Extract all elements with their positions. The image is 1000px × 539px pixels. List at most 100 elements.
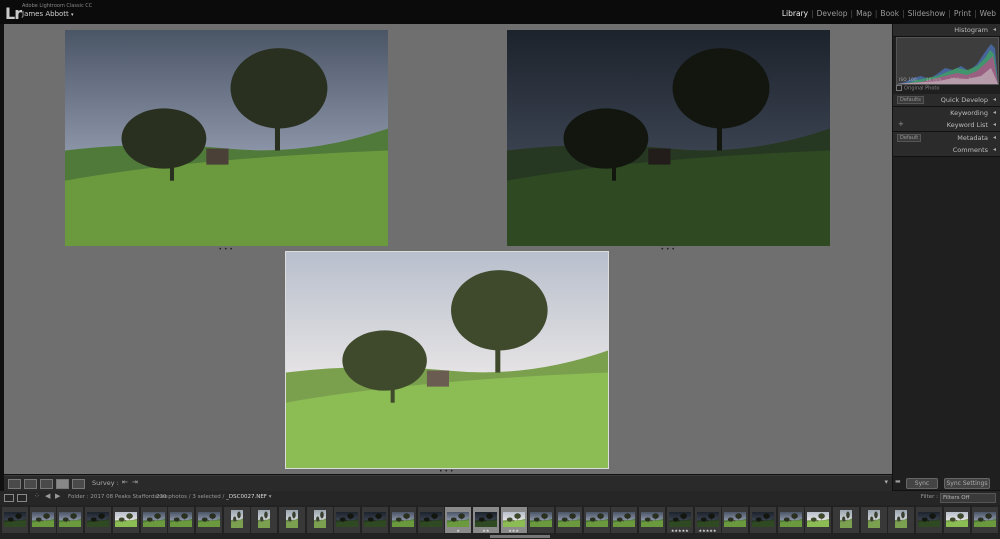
sync-toggle-icon[interactable]: ▬ xyxy=(895,478,901,485)
filmstrip-thumbnail[interactable] xyxy=(639,507,666,533)
landscape-image xyxy=(258,510,271,528)
survey-photo-image[interactable] xyxy=(65,30,388,246)
landscape-image xyxy=(170,511,193,527)
grid-icon[interactable]: ⁘ xyxy=(34,492,40,500)
module-map[interactable]: Map xyxy=(856,9,872,18)
landscape-image xyxy=(779,511,802,527)
collapse-triangle-icon: ◂ xyxy=(992,108,996,116)
filmstrip-thumbnail[interactable] xyxy=(943,507,970,533)
filmstrip-thumbnail[interactable] xyxy=(888,507,915,533)
filmstrip-thumbnail[interactable] xyxy=(611,507,638,533)
forward-arrow-icon[interactable]: ▶ xyxy=(55,492,60,500)
filmstrip-thumbnail[interactable] xyxy=(389,507,416,533)
survey-photo-3[interactable]: • • • xyxy=(285,251,609,475)
compare-view-icon[interactable] xyxy=(40,479,53,489)
collapse-triangle-icon: ◂ xyxy=(992,26,996,33)
panel-quick-develop[interactable]: Defaults Quick Develop ◂ xyxy=(893,94,1000,107)
filmstrip-thumbnail[interactable] xyxy=(777,507,804,533)
filmstrip-thumbnail[interactable]: ★★★★★ xyxy=(694,507,721,533)
filmstrip-thumbnail[interactable]: ★ xyxy=(445,507,472,533)
identity-plate[interactable]: James Abbott ▾ xyxy=(22,10,74,18)
filmstrip-thumbnail[interactable] xyxy=(29,507,56,533)
filmstrip-thumbnail[interactable] xyxy=(971,507,998,533)
toolbar-menu-icon[interactable]: ▾ xyxy=(884,478,888,486)
panel-keywording[interactable]: Keywording ◂ xyxy=(893,106,1000,120)
exif-value: f/16 xyxy=(950,77,960,82)
landscape-image xyxy=(87,511,110,527)
histogram-panel-header[interactable]: Histogram ◂ xyxy=(893,24,1000,37)
photo-count: 230 photos / 3 selected / _DSC0027.NEF ▾ xyxy=(156,494,271,500)
grid-view-icon[interactable] xyxy=(8,479,21,489)
filmstrip-scrollbar[interactable] xyxy=(490,535,550,538)
module-develop[interactable]: Develop xyxy=(817,9,848,18)
panel-comments[interactable]: Comments ◂ xyxy=(893,144,1000,157)
filmstrip-thumbnail[interactable] xyxy=(749,507,776,533)
loupe-view-icon[interactable] xyxy=(24,479,37,489)
filmstrip-thumbnail[interactable]: ★★ xyxy=(472,507,499,533)
survey-photo-1[interactable]: • • • xyxy=(65,30,388,253)
primary-display-icon[interactable] xyxy=(4,494,14,502)
filmstrip-thumbnail[interactable] xyxy=(306,507,333,533)
landscape-image xyxy=(724,511,747,527)
collapse-triangle-icon: ◂ xyxy=(992,121,996,128)
people-view-icon[interactable] xyxy=(72,479,85,489)
survey-view-icon[interactable] xyxy=(56,479,69,489)
rating-dots[interactable]: • • • xyxy=(439,468,453,475)
filmstrip-thumbnail[interactable] xyxy=(916,507,943,533)
filmstrip-thumbnail[interactable] xyxy=(805,507,832,533)
filmstrip-thumbnail[interactable] xyxy=(223,507,250,533)
chevron-down-icon[interactable]: ▾ xyxy=(269,494,272,500)
landscape-image xyxy=(31,511,54,527)
filmstrip-thumbnail[interactable] xyxy=(362,507,389,533)
filmstrip-thumbnail[interactable] xyxy=(112,507,139,533)
add-keyword-icon[interactable]: + xyxy=(898,120,904,128)
filmstrip-thumbnail[interactable] xyxy=(556,507,582,533)
module-print[interactable]: Print xyxy=(954,9,971,18)
filmstrip-thumbnail[interactable] xyxy=(722,507,749,533)
back-arrow-icon[interactable]: ◀ xyxy=(45,492,50,500)
module-library[interactable]: Library xyxy=(782,9,808,18)
module-slideshow[interactable]: Slideshow xyxy=(908,9,946,18)
top-bar: Lr Adobe Lightroom Classic CC James Abbo… xyxy=(0,0,1000,24)
select-previous-icon[interactable]: ⇤ xyxy=(122,478,128,486)
filmstrip-thumbnail[interactable] xyxy=(583,507,610,533)
folder-path[interactable]: Folder : 2017 08 Peaks Staffordshire xyxy=(68,494,168,500)
filmstrip-thumbnail[interactable] xyxy=(2,507,28,533)
sync-settings-button[interactable]: Sync Settings xyxy=(944,478,990,489)
rating-dots[interactable]: • • • xyxy=(661,246,675,253)
filmstrip-thumbnail[interactable] xyxy=(528,507,555,533)
filmstrip-thumbnail[interactable]: ★★★ xyxy=(500,507,527,533)
checkbox[interactable] xyxy=(896,85,902,91)
survey-photo-2[interactable]: • • • xyxy=(507,30,830,253)
filmstrip-thumbnail[interactable] xyxy=(195,507,222,533)
module-separator: | xyxy=(850,9,854,18)
module-separator: | xyxy=(811,9,814,18)
filmstrip-thumbnail[interactable] xyxy=(85,507,112,533)
module-web[interactable]: Web xyxy=(980,9,996,18)
filmstrip-thumbnail[interactable] xyxy=(417,507,444,533)
survey-photo-image[interactable] xyxy=(507,30,830,246)
survey-photo-image[interactable] xyxy=(285,251,609,469)
filmstrip-thumbnail[interactable] xyxy=(334,507,361,533)
sync-button[interactable]: Sync xyxy=(906,478,938,489)
survey-label: Survey : xyxy=(92,479,119,487)
preset-dropdown[interactable]: Default xyxy=(897,133,922,142)
preset-dropdown[interactable]: Defaults xyxy=(897,96,924,104)
original-photo-toggle[interactable]: Original Photo xyxy=(896,85,939,92)
filmstrip-thumbnail[interactable] xyxy=(140,507,167,533)
select-next-icon[interactable]: ⇥ xyxy=(132,478,138,486)
original-photo-label: Original Photo xyxy=(904,85,940,92)
filmstrip-thumbnail[interactable] xyxy=(251,507,278,533)
panel-metadata[interactable]: Default Metadata ◂ xyxy=(893,131,1000,145)
rating-dots[interactable]: • • • xyxy=(219,246,233,253)
module-book[interactable]: Book xyxy=(880,9,899,18)
filmstrip-thumbnail[interactable]: ★★★★★ xyxy=(666,507,693,533)
filmstrip-thumbnail[interactable] xyxy=(57,507,84,533)
filmstrip-thumbnail[interactable] xyxy=(860,507,887,533)
secondary-display-icon[interactable] xyxy=(17,494,27,502)
filmstrip-thumbnail[interactable] xyxy=(833,507,859,533)
filter-dropdown[interactable]: Filters Off xyxy=(940,493,996,503)
panel-keyword-list[interactable]: + Keyword List ◂ xyxy=(893,119,1000,132)
filmstrip-thumbnail[interactable] xyxy=(279,507,305,533)
filmstrip-thumbnail[interactable] xyxy=(168,507,195,533)
